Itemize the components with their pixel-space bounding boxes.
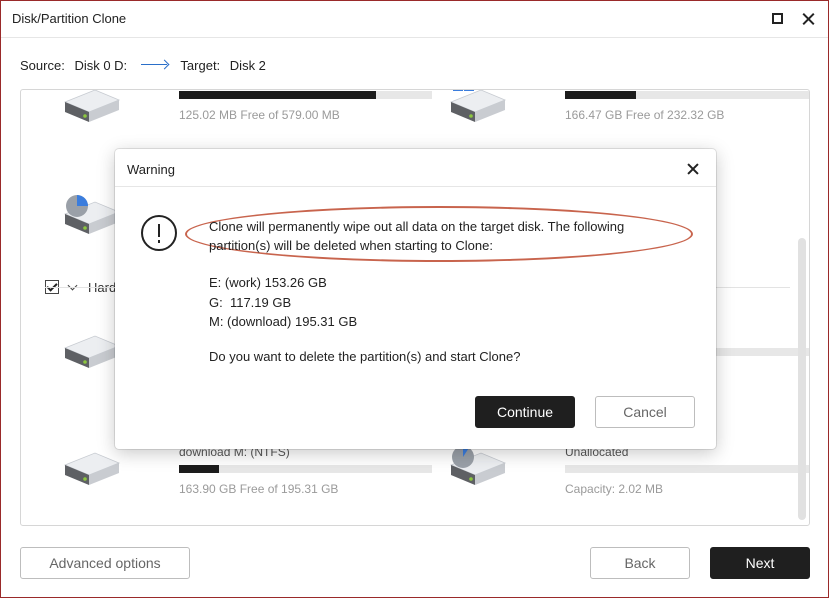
partition-capacity: Capacity: 2.02 MB [565,482,664,496]
list-item: G: 117.19 GB [209,294,292,310]
maximize-button[interactable] [769,9,789,29]
list-item: E: (work) 153.26 GB [209,275,327,290]
partition-capacity: 125.02 MB Free of 579.00 MB [179,108,340,122]
confirm-question: Do you want to delete the partition(s) a… [209,349,521,364]
warning-dialog: Warning Clone will permanently wipe out … [115,149,716,449]
partition-list: E: (work) 153.26 GB G: 117.19 GB M: (dow… [209,273,357,332]
target-value: Disk 2 [229,58,266,74]
usage-bar [565,91,809,99]
dialog-header: Warning [115,149,716,187]
usage-fill [179,465,220,473]
usage-fill [565,91,636,99]
close-button[interactable] [799,9,819,29]
source-label: Source: [20,58,65,74]
scrollbar-thumb[interactable] [798,238,806,520]
next-button[interactable]: Next [710,547,810,579]
source-target-bar: Source: Disk 0 D: Target: Disk 2 [20,57,266,75]
source-value: Disk 0 D: [74,58,128,74]
disk-icon [61,328,123,374]
exclamation-icon [141,215,177,251]
clone-window: Disk/Partition Clone Source: Disk 0 D: T… [0,0,829,598]
window-title: Disk/Partition Clone [12,11,127,26]
dialog-title: Warning [127,162,175,177]
continue-button[interactable]: Continue [475,396,575,428]
partition-capacity: 163.90 GB Free of 195.31 GB [179,482,339,496]
cancel-button[interactable]: Cancel [595,396,695,428]
usage-bar [179,465,432,473]
windows-disk-icon [447,90,509,128]
dialog-close-button[interactable] [685,160,703,178]
disk-pie-icon [61,195,123,240]
back-button[interactable]: Back [590,547,690,579]
list-item: M: (download) 195.31 GB [209,314,358,329]
usage-fill [179,91,377,99]
warning-message: Clone will permanently wipe out all data… [209,219,625,253]
title-bar: Disk/Partition Clone [1,1,828,38]
arrow-right-icon [140,64,167,66]
usage-bar [565,465,809,473]
usage-bar [179,91,432,99]
disk-icon [61,89,123,128]
target-label: Target: [180,58,221,74]
scrollbar[interactable] [798,90,806,525]
partition-capacity: 166.47 GB Free of 232.32 GB [565,108,725,122]
disk-icon [61,445,123,491]
disk-pie-icon [447,445,509,491]
maximize-icon [772,13,783,24]
advanced-options-button[interactable]: Advanced options [20,547,190,579]
chevron-down-icon[interactable] [67,280,78,291]
